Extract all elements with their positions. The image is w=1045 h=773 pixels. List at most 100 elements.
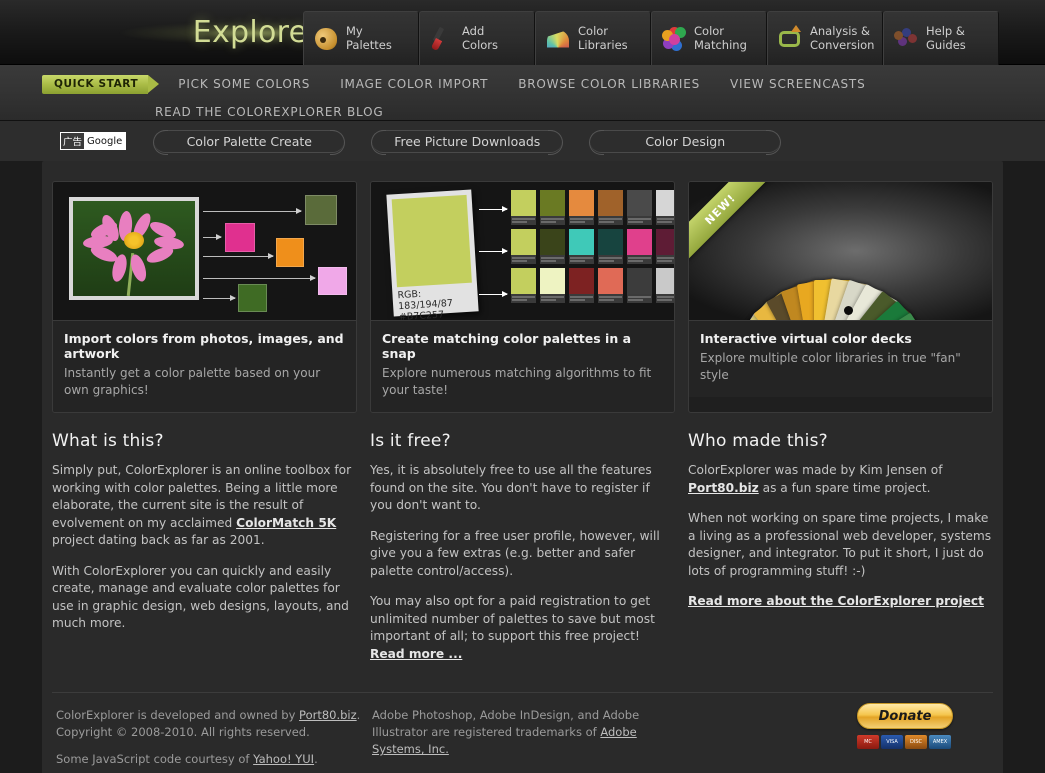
card-subtitle: Instantly get a color palette based on y… (64, 366, 321, 397)
matched-palette-grid (511, 190, 674, 303)
palette-cell (627, 268, 652, 303)
palette-cell (598, 229, 623, 264)
feature-cards: Import colors from photos, images, and a… (42, 173, 1003, 413)
card-artwork-flower-to-swatches (53, 182, 356, 320)
column-body: Simply put, ColorExplorer is an online t… (52, 462, 357, 633)
paragraph: Some JavaScript code courtesy of Yahoo! … (56, 751, 372, 768)
paragraph: Adobe Photoshop, Adobe InDesign, and Ado… (372, 707, 662, 758)
footer-column-trademarks: Adobe Photoshop, Adobe InDesign, and Ado… (372, 707, 662, 773)
paragraph: ColorExplorer is developed and owned by … (56, 707, 372, 741)
ad-bar: 广告 Google Color Palette Create Free Pict… (0, 121, 1045, 161)
logo-text: Explorer (192, 14, 320, 50)
ad-pill-color-design[interactable]: Color Design (589, 129, 782, 155)
google-ads-badge-label: Google (87, 135, 123, 147)
nav-tab-label-line1: Help & (926, 24, 965, 38)
palette-cell (598, 268, 623, 303)
inline-link[interactable]: Port80.biz (688, 481, 759, 495)
nav-tab-label-line2: Matching (694, 37, 747, 52)
extracted-swatch (318, 267, 347, 295)
palette-cell (627, 190, 652, 225)
text-run: You may also opt for a paid registration… (370, 594, 655, 643)
info-column-who-made-this: Who made this? ColorExplorer was made by… (688, 431, 993, 676)
nav-tab-add-colors[interactable]: Add Colors (419, 11, 535, 65)
card-title: Interactive virtual color decks (700, 331, 912, 346)
subnav-link-read-blog[interactable]: READ THE COLOREXPLORER BLOG (155, 105, 383, 119)
text-run: With ColorExplorer you can quickly and e… (52, 563, 349, 631)
palette-cell (511, 268, 536, 303)
quick-start-button[interactable]: QUICK START (42, 74, 160, 94)
card-artwork-palette-grid: RGB: 183/194/87 #B7C257 (371, 182, 674, 320)
paragraph: Simply put, ColorExplorer is an online t… (52, 462, 357, 550)
palette-cell (511, 229, 536, 264)
photo-frame (69, 197, 199, 300)
ad-pill-color-palette-create[interactable]: Color Palette Create (153, 129, 346, 155)
subnav-link-pick-some-colors[interactable]: PICK SOME COLORS (178, 77, 310, 91)
polaroid-source-swatch: RGB: 183/194/87 #B7C257 (386, 189, 479, 320)
column-body: ColorExplorer was made by Kim Jensen of … (688, 462, 993, 611)
palette-cell (540, 190, 565, 225)
fandeck-icon (545, 26, 571, 52)
nav-tab-label-line1: Color (694, 24, 725, 38)
amex-icon: AMEX (929, 735, 951, 749)
text-run: as a fun spare time project. (758, 480, 931, 495)
fan-deck-pivot (844, 306, 853, 315)
inline-link[interactable]: ColorMatch 5K (236, 516, 336, 530)
donate-button[interactable]: Donate (857, 703, 953, 729)
inline-link[interactable]: Read more ... (370, 647, 462, 661)
text-run: Some JavaScript code courtesy of (56, 752, 254, 766)
palette-cell (569, 229, 594, 264)
extracted-swatch (305, 195, 337, 225)
inline-link[interactable]: Port80.biz (299, 708, 357, 722)
conversion-arrows-icon (777, 24, 803, 52)
paragraph: Yes, it is absolutely free to use all th… (370, 462, 675, 515)
inline-link[interactable]: Yahoo! YUI (253, 752, 314, 766)
nav-tab-label-line1: Analysis & (810, 24, 871, 38)
nav-tab-my-palettes[interactable]: My Palettes (303, 11, 419, 65)
column-heading: Who made this? (688, 431, 828, 451)
palette-cell (656, 190, 674, 225)
text-run: ColorExplorer is developed and owned by (56, 708, 300, 722)
subnav-link-browse-color-libraries[interactable]: BROWSE COLOR LIBRARIES (518, 77, 700, 91)
palette-cell (656, 229, 674, 264)
nav-tab-analysis-conversion[interactable]: Analysis & Conversion (767, 11, 883, 65)
palette-icon (313, 26, 339, 52)
card-title: Create matching color palettes in a snap (382, 331, 632, 361)
primary-nav: My Palettes Add Colors Color Libraries C… (303, 11, 999, 65)
subnav-link-view-screencasts[interactable]: VIEW SCREENCASTS (730, 77, 865, 91)
paragraph: You may also opt for a paid registration… (370, 593, 675, 663)
palette-cell (540, 268, 565, 303)
footer-column-credits: ColorExplorer is developed and owned by … (52, 707, 372, 773)
paragraph: When not working on spare time projects,… (688, 510, 993, 580)
palette-cell (656, 268, 674, 303)
nav-tab-color-libraries[interactable]: Color Libraries (535, 11, 651, 65)
nav-tab-label-line2: Palettes (346, 37, 392, 52)
visa-icon: VISA (881, 735, 903, 749)
google-ads-badge[interactable]: 广告 Google (60, 132, 127, 150)
feature-card-virtual-color-decks[interactable]: Sigma 3823Sigma 3824Sigma 3825Hul 382238… (688, 181, 993, 413)
subnav-row-1: QUICK START PICK SOME COLORS IMAGE COLOR… (0, 72, 1045, 96)
text-run: Registering for a free user profile, how… (370, 528, 660, 578)
nav-tab-help-guides[interactable]: Help & Guides (883, 11, 999, 65)
help-icon (893, 26, 919, 52)
text-run: . (314, 752, 318, 766)
text-run: When not working on spare time projects,… (688, 511, 992, 578)
info-column-what-is-this: What is this? Simply put, ColorExplorer … (52, 431, 357, 676)
donate-area: Donate MC VISA DISC AMEX (857, 703, 953, 749)
feature-card-import-colors[interactable]: Import colors from photos, images, and a… (52, 181, 357, 413)
paintbrush-icon (429, 26, 455, 52)
extracted-swatch (238, 284, 267, 312)
column-heading: Is it free? (370, 431, 451, 451)
nav-tab-color-matching[interactable]: Color Matching (651, 11, 767, 65)
card-title: Import colors from photos, images, and a… (64, 331, 344, 361)
subnav-link-image-color-import[interactable]: IMAGE COLOR IMPORT (340, 77, 488, 91)
extracted-swatch (225, 223, 255, 252)
column-body: Yes, it is absolutely free to use all th… (370, 462, 675, 663)
palette-cell (627, 229, 652, 264)
column-heading: What is this? (52, 431, 164, 451)
feature-card-matching-palettes[interactable]: RGB: 183/194/87 #B7C257 Create matching … (370, 181, 675, 413)
paragraph: With ColorExplorer you can quickly and e… (52, 563, 357, 633)
site-logo[interactable]: Explorer (120, 8, 320, 56)
inline-link[interactable]: Read more about the ColorExplorer projec… (688, 594, 984, 608)
site-footer: ColorExplorer is developed and owned by … (52, 692, 993, 773)
ad-pill-free-picture-downloads[interactable]: Free Picture Downloads (371, 129, 564, 155)
